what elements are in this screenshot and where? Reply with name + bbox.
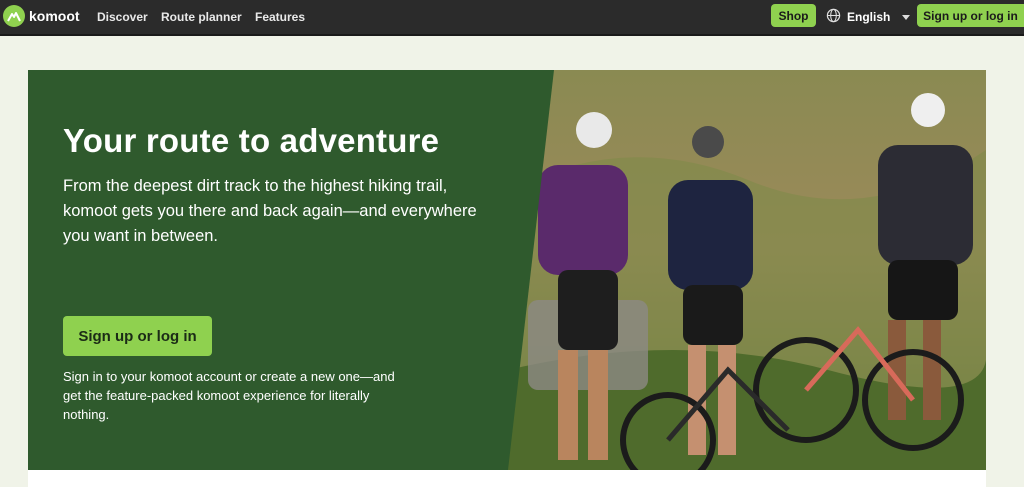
content-section-start <box>28 470 986 487</box>
language-selector[interactable]: English <box>826 8 911 26</box>
hero-subtitle: From the deepest dirt track to the highe… <box>63 177 477 245</box>
nav-features[interactable]: Features <box>255 10 305 24</box>
header-signup-button[interactable]: Sign up or log in <box>917 4 1024 27</box>
hero-title: Your route to adventure <box>63 122 440 159</box>
globe-icon <box>826 8 841 26</box>
brand-name: komoot <box>29 8 80 24</box>
hero-signup-button[interactable]: Sign up or log in <box>63 316 212 356</box>
shop-button[interactable]: Shop <box>771 4 816 27</box>
hero-section: Your route to adventure From the deepest… <box>28 70 986 470</box>
komoot-logo[interactable]: komoot <box>3 5 80 27</box>
language-label: English <box>847 10 891 24</box>
chevron-down-icon <box>902 14 911 20</box>
nav-route-planner[interactable]: Route planner <box>161 10 242 24</box>
komoot-logo-icon <box>3 5 25 27</box>
top-navigation-bar: komoot Discover Route planner Features S… <box>0 0 1024 36</box>
nav-discover[interactable]: Discover <box>97 10 148 24</box>
hero-signin-note: Sign in to your komoot account or create… <box>63 369 395 422</box>
